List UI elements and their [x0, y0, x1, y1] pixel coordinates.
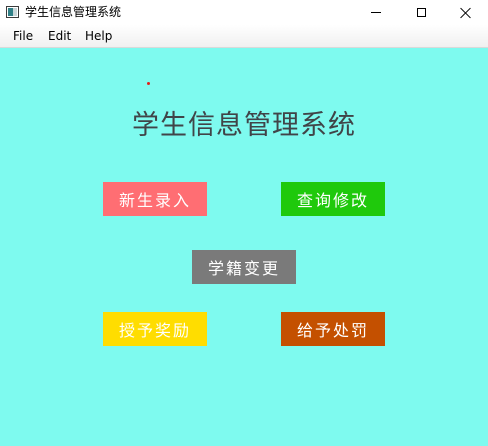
title-bar[interactable]: 学生信息管理系统 — [0, 0, 488, 25]
maximize-icon — [416, 8, 426, 17]
menu-file[interactable]: File — [13, 29, 33, 44]
menu-help[interactable]: Help — [85, 29, 112, 44]
minimize-button[interactable] — [353, 0, 399, 25]
window-title: 学生信息管理系统 — [25, 5, 122, 19]
grant-award-button[interactable]: 授予奖励 — [103, 312, 207, 346]
close-button[interactable] — [443, 0, 488, 25]
app-window-icon — [6, 6, 19, 18]
menu-bar: File Edit Help — [0, 25, 488, 48]
maximize-button[interactable] — [398, 0, 444, 25]
minimize-icon — [371, 12, 381, 13]
menu-edit[interactable]: Edit — [48, 29, 71, 44]
main-panel: 学生信息管理系统 新生录入 查询修改 学籍变更 授予奖励 给予处罚 — [0, 48, 488, 446]
impose-punishment-button[interactable]: 给予处罚 — [281, 312, 385, 346]
close-icon — [460, 7, 472, 19]
page-title: 学生信息管理系统 — [132, 110, 356, 141]
enrollment-status-change-button[interactable]: 学籍变更 — [192, 250, 296, 284]
application-window: 学生信息管理系统 File Edit Help 学生信息管理系统 新生录入 查询… — [0, 0, 488, 446]
query-modify-button[interactable]: 查询修改 — [281, 182, 385, 216]
red-dot-marker — [147, 82, 150, 85]
new-student-enroll-button[interactable]: 新生录入 — [103, 182, 207, 216]
